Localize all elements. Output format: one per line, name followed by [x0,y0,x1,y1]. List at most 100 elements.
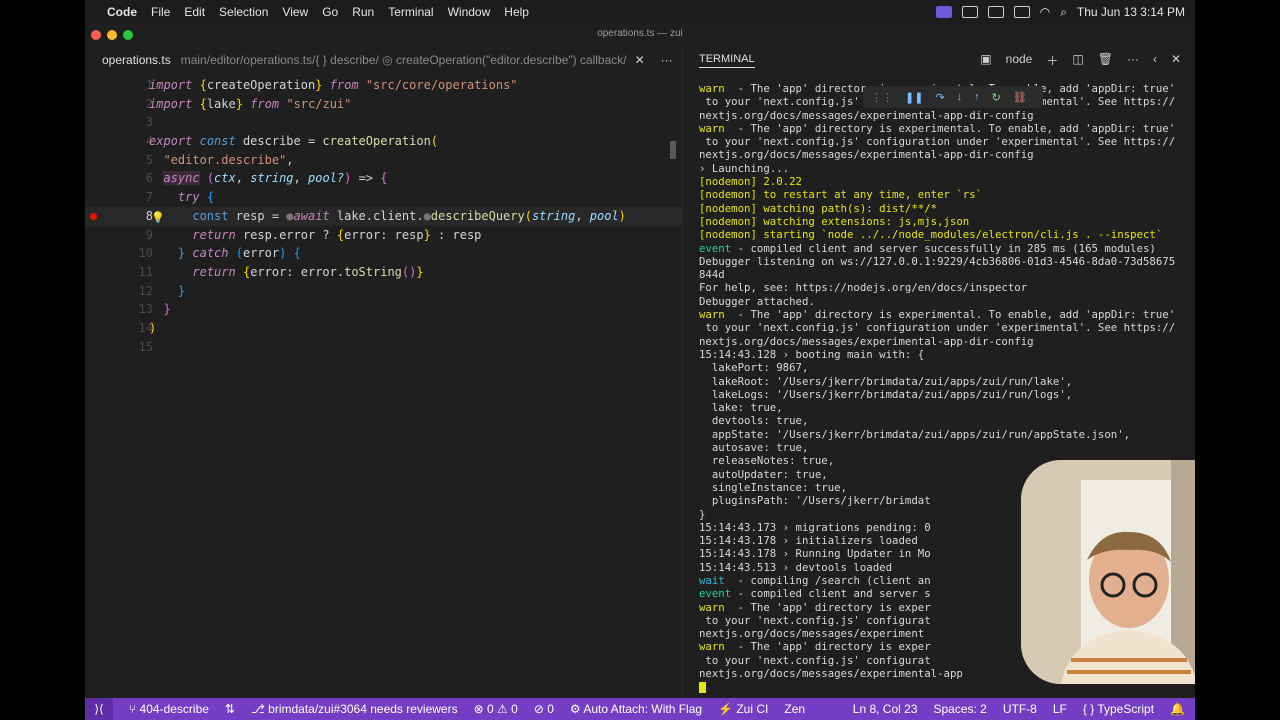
pause-icon[interactable]: ❚❚ [905,91,923,104]
code-line: 13 } [85,300,682,319]
macos-menubar: Code File Edit Selection View Go Run Ter… [85,0,1195,24]
statusbar-right: Ln 8, Col 23 Spaces: 2 UTF-8 LF { } Type… [853,702,1185,716]
terminal-line-text: releaseNotes: true, [699,454,835,468]
code-line: 10 } catch (error) { [85,244,682,263]
menu-terminal[interactable]: Terminal [388,5,433,19]
code-text: const resp = ●await lake.client.●describ… [192,208,626,223]
terminal-line-text: [nodemon] watching path(s): dist/**/* [699,201,938,215]
zen-mode-item[interactable]: Zen [784,702,805,716]
terminal-line-text: devtools: true, [699,414,809,428]
menu-app-name[interactable]: Code [107,5,137,19]
terminal-line-text: › Launching... [699,161,790,175]
line-number: 2 [145,96,153,111]
line-number: 1 [145,78,153,92]
error-count: 0 [487,702,494,716]
menu-go[interactable]: Go [322,5,338,19]
warning-count: 0 [511,702,518,716]
terminal-line: [nodemon] watching path(s): dist/**/* [699,202,1189,215]
status-menus: ◠ ⌕ Thu Jun 13 3:14 PM [935,5,1185,20]
code-area[interactable]: 1 import {createOperation} from "src/core… [85,76,682,356]
chevron-left-icon[interactable]: ‹ [1153,52,1157,69]
terminal-line-text: 15:14:43.128 › booting main with: { [699,347,925,361]
problems-item[interactable]: ⊗ 0 ⚠ 0 [474,702,518,716]
branch-name: 404-describe [139,702,209,716]
editor-scrollbar-thumb[interactable] [670,141,676,159]
indentation[interactable]: Spaces: 2 [933,702,986,716]
tab-operations-ts[interactable]: operations.ts [102,53,171,67]
terminal-line-text: - The 'app' directory is experimental. T… [724,121,1176,135]
line-number: 14 [138,320,153,335]
terminal-line-text: warn [699,121,725,135]
terminal-shell-icon[interactable]: ▣ [980,52,991,69]
step-over-icon[interactable]: ↷ [935,91,944,104]
window-titlebar: operations.ts — zui [85,24,1195,46]
menu-run[interactable]: Run [352,5,374,19]
pull-request-item[interactable]: ⎇ brimdata/zui#3064 needs reviewers [251,702,458,716]
terminal-line-text: autoUpdater: true, [699,467,828,481]
terminal-line-text: warn [699,308,725,322]
close-panel-icon[interactable]: ✕ [1171,52,1181,69]
terminal-line: 15:14:43.128 › booting main with: { [699,348,1189,361]
terminal-line-text: singleInstance: true, [699,480,847,494]
battery-icon[interactable] [1013,6,1030,18]
notifications-icon[interactable]: 🔔 [1170,702,1185,716]
terminal-line: lakePort: 9867, [699,361,1189,374]
terminal-header: TERMINAL ▣ node ＋ ◫ 🗑 ··· ‹ ✕ [683,46,1195,74]
screen-recording-icon[interactable] [935,6,952,18]
menu-view[interactable]: View [282,5,308,19]
ports-item[interactable]: ⊘ 0 [534,702,554,716]
terminal-line-text: nextjs.org/docs/messages/experiment [699,627,925,641]
encoding[interactable]: UTF-8 [1003,702,1037,716]
tab-terminal[interactable]: TERMINAL [699,53,755,68]
code-line: 14) [85,319,682,338]
menu-help[interactable]: Help [504,5,529,19]
breadcrumb[interactable]: main/editor/operations.ts/{ } describe/ … [181,53,627,67]
disconnect-icon[interactable]: ⛓ [1013,91,1027,104]
terminal-line: Debugger listening on ws://127.0.0.1:922… [699,255,1189,268]
auto-attach-item[interactable]: ⚙ Auto Attach: With Flag [570,702,702,716]
remote-icon[interactable]: ⟩⟨ [85,698,113,720]
restart-icon[interactable]: ↻ [992,91,1001,104]
branch-item[interactable]: ⑂ 404-describe [129,702,209,716]
split-terminal-icon[interactable]: ◫ [1072,52,1083,69]
pull-request-text: brimdata/zui#3064 needs reviewers [268,702,458,716]
line-number: 7 [145,190,153,205]
terminal-shell-name[interactable]: node [1006,52,1033,69]
menubar-clock[interactable]: Thu Jun 13 3:14 PM [1077,5,1185,19]
record-icon[interactable] [961,6,978,18]
line-number: 9 [145,227,153,242]
terminal-line-text: Debugger attached. [699,294,815,308]
new-terminal-icon[interactable]: ＋ [1046,52,1058,69]
terminal-cursor-block [699,681,706,693]
sync-icon[interactable]: ⇅ [225,702,235,716]
menu-selection[interactable]: Selection [219,5,268,19]
drag-handle-icon[interactable]: ⋮⋮ [871,91,893,104]
ci-item[interactable]: ⚡ Zui CI [718,702,768,716]
terminal-line-text: nextjs.org/docs/messages/experimental-ap… [699,148,1034,162]
search-icon[interactable]: ⌕ [1060,5,1067,20]
terminal-line: [nodemon] watching extensions: js,mjs,js… [699,215,1189,228]
close-tab-icon[interactable]: ✕ [635,53,645,67]
line-number: 5 [145,152,153,167]
line-endings[interactable]: LF [1053,702,1067,716]
language-mode[interactable]: { } TypeScript [1083,702,1154,716]
terminal-line: [nodemon] to restart at any time, enter … [699,188,1189,201]
menu-edit[interactable]: Edit [184,5,205,19]
terminal-line-text: warn [699,640,725,654]
wifi-icon[interactable]: ◠ [1040,5,1050,19]
cursor-position[interactable]: Ln 8, Col 23 [853,702,918,716]
auto-attach-text: Auto Attach: With Flag [583,702,703,716]
menu-file[interactable]: File [151,5,170,19]
trash-icon[interactable]: 🗑 [1098,52,1113,69]
code-text: export const describe = createOperation( [149,134,439,149]
more-icon[interactable]: ··· [1127,52,1139,69]
menu-window[interactable]: Window [448,5,491,19]
debug-toolbar: ⋮⋮ ❚❚ ↷ ↓ ↑ ↻ ⛓ [863,86,1043,108]
more-actions-icon[interactable]: ··· [661,53,673,67]
cloud-icon[interactable] [987,6,1004,18]
terminal-line-text: warn [699,82,725,95]
step-out-icon[interactable]: ↑ [974,91,980,103]
step-into-icon[interactable]: ↓ [957,91,963,103]
terminal-line-text: nextjs.org/docs/messages/experimental-ap… [699,108,1034,122]
code-text: } catch (error) { [177,246,301,261]
